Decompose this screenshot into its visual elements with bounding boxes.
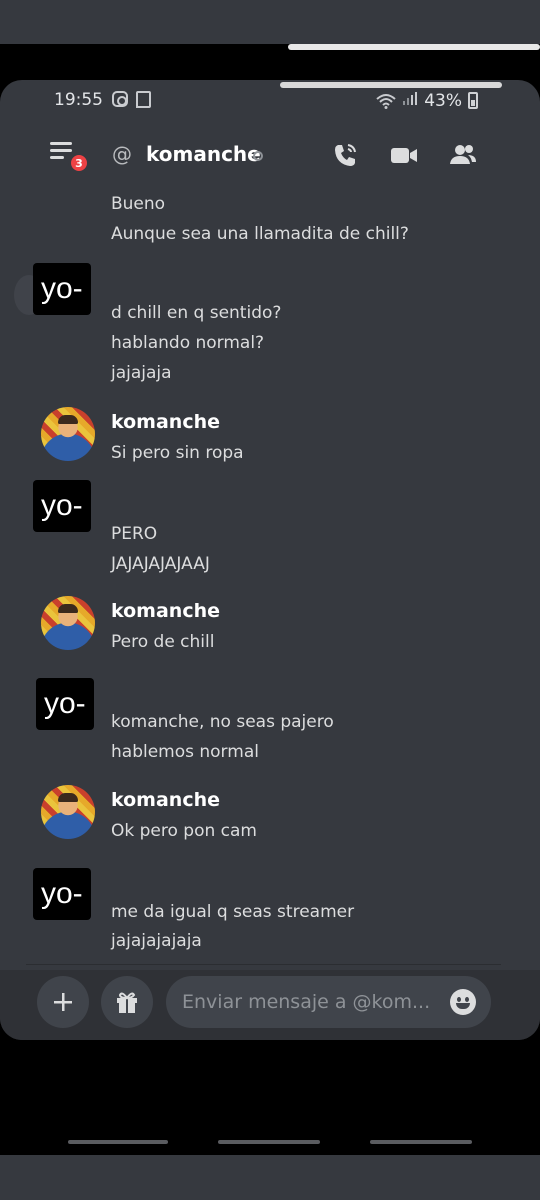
nav-home-button[interactable] — [218, 1140, 320, 1144]
message-text: jajajaja — [111, 363, 172, 383]
message-text: hablando normal? — [111, 333, 265, 353]
message-composer — [0, 970, 540, 1040]
dm-title[interactable]: komanche — [146, 142, 261, 166]
twitch-icon — [136, 91, 151, 108]
phone-screen: 19:55 43% 3 @ komanche Bueno Aunque sea … — [0, 80, 540, 1040]
phone-call-icon[interactable] — [330, 140, 360, 170]
at-icon: @ — [112, 142, 132, 166]
status-bar: 19:55 43% — [0, 80, 540, 120]
message-author[interactable]: komanche — [111, 789, 220, 811]
instagram-icon — [112, 91, 128, 107]
nav-recents-button[interactable] — [68, 1140, 168, 1144]
nav-back-button[interactable] — [370, 1140, 472, 1144]
plus-icon[interactable] — [37, 976, 89, 1028]
wifi-icon — [376, 93, 396, 109]
status-right-group: 43% — [376, 90, 478, 111]
signal-icon — [402, 90, 418, 111]
self-avatar-label: yo- — [33, 868, 91, 920]
message-text: Si pero sin ropa — [111, 443, 244, 463]
notification-badge: 3 — [68, 152, 90, 174]
message-text: komanche, no seas pajero — [111, 712, 334, 732]
message-text: JAJAJAJAJAAJ — [111, 554, 210, 574]
battery-percent: 43% — [424, 90, 462, 111]
message-text: hablemos normal — [111, 742, 259, 762]
outer-top-handle — [288, 44, 540, 50]
message-text: Aunque sea una llamadita de chill? — [111, 224, 409, 244]
message-text: me da igual q seas streamer — [111, 902, 355, 922]
message-list[interactable]: Bueno Aunque sea una llamadita de chill?… — [14, 188, 501, 963]
message-text: PERO — [111, 524, 158, 544]
avatar[interactable] — [41, 596, 95, 650]
gift-icon[interactable] — [101, 976, 153, 1028]
self-avatar-label: yo- — [33, 480, 91, 532]
members-icon[interactable] — [448, 140, 478, 170]
message-text: jajajajajaja — [111, 931, 202, 951]
outer-bottom-band — [0, 1155, 540, 1200]
offline-status-icon — [253, 151, 263, 161]
composer-divider — [26, 964, 501, 965]
message-text: Ok pero pon cam — [111, 821, 257, 841]
message-author[interactable]: komanche — [111, 600, 220, 622]
avatar[interactable] — [41, 785, 95, 839]
channel-header: 3 @ komanche — [0, 126, 540, 182]
battery-icon — [468, 92, 478, 109]
message-text: Pero de chill — [111, 632, 215, 652]
outer-top-band — [0, 0, 540, 44]
self-avatar-label: yo- — [33, 263, 91, 315]
video-camera-icon[interactable] — [389, 140, 419, 170]
message-author[interactable]: komanche — [111, 411, 220, 433]
avatar[interactable] — [41, 407, 95, 461]
hamburger-menu-icon[interactable]: 3 — [50, 140, 90, 174]
message-text: d chill en q sentido? — [111, 303, 282, 323]
message-text: Bueno — [111, 194, 166, 214]
status-time: 19:55 — [54, 90, 103, 110]
self-avatar-label: yo- — [36, 678, 94, 730]
emoji-icon[interactable] — [450, 989, 476, 1015]
message-input[interactable] — [166, 976, 491, 1028]
